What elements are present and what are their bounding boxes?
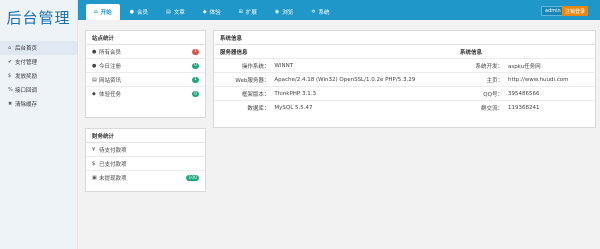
sidebar-item-label: 发放奖励 (15, 74, 38, 80)
col-header-server: 服务器信息 (220, 49, 248, 56)
user-icon: ● (92, 48, 97, 55)
sidebar-item-callback[interactable]: % 接口回调 (0, 83, 77, 97)
sys-row: 框架版本： ThinkPHP 3.1.3 QQ号： 395486566 (214, 87, 595, 101)
sidebar-item-label: 后台首页 (15, 46, 38, 52)
sys-value: 395486566 (507, 90, 540, 97)
sys-key: 框架版本： (241, 91, 270, 98)
file-icon: ▤ (166, 9, 171, 15)
sys-value: aspku任务网 (507, 63, 541, 70)
app-logo: 后台管理 (6, 8, 71, 27)
finance-label: 已支付款项 (99, 161, 127, 168)
site-stats-panel: 站点统计 ● 所有会员 1 ● 今日注册 0 ▤ 网站资讯 1 ◆ 体验任务 0 (85, 30, 206, 118)
sidebar-nav: ⌂ 后台首页 ✔ 支付管理 $ 发放奖励 % 接口回调 ✖ 清除缓存 (0, 41, 77, 111)
sys-key: 操作系统： (241, 63, 270, 70)
user-icon: ● (129, 9, 134, 15)
panel-title: 财务统计 (86, 129, 205, 143)
sidebar-item-label: 接口回调 (15, 88, 38, 94)
tab-label: 体验 (209, 10, 221, 16)
user-icon: ● (92, 62, 97, 69)
count-badge: 1 (192, 76, 199, 83)
sidebar-item-clear-cache[interactable]: ✖ 清除缓存 (0, 97, 77, 111)
home-icon: ⌂ (8, 45, 12, 51)
plus-square-icon: ⊞ (238, 9, 243, 15)
panel-title: 站点统计 (86, 31, 205, 45)
tab-experience[interactable]: ◆ 体验 (195, 4, 229, 20)
sys-value: WINNT (274, 62, 294, 69)
sys-value: MySQL 5.5.47 (274, 105, 313, 111)
finance-label: 待支付款项 (99, 147, 127, 154)
tab-label: 文章 (173, 10, 185, 16)
sidebar-item-rewards[interactable]: $ 发放奖励 (0, 69, 77, 83)
tab-articles[interactable]: ▤ 文章 (158, 4, 193, 20)
top-tabs: ⌂ 开始 ● 会员 ▤ 文章 ◆ 体验 ⊞ 扩展 ◉ 浏览 ✲ 系统 (86, 4, 339, 20)
cogs-icon: ✲ (311, 9, 316, 15)
sys-key: Web服务器： (235, 77, 270, 84)
sidebar-item-label: 支付管理 (15, 60, 38, 66)
tab-label: 系统 (318, 10, 330, 16)
top-navbar: ⌂ 开始 ● 会员 ▤ 文章 ◆ 体验 ⊞ 扩展 ◉ 浏览 ✲ 系统 admin 注销登录 (78, 0, 600, 20)
sys-key: QQ号： (483, 91, 503, 98)
sidebar-item-label: 清除缓存 (15, 102, 38, 108)
stat-row-all-members[interactable]: ● 所有会员 1 (86, 45, 205, 59)
sidebar: 后台管理 ⌂ 后台首页 ✔ 支付管理 $ 发放奖励 % 接口回调 ✖ 清除缓存 (0, 0, 78, 249)
news-icon: ▤ (92, 76, 97, 83)
sys-row: Web服务器： Apache/2.4.18 (Win32) OpenSSL/1.… (214, 73, 595, 87)
tab-system[interactable]: ✲ 系统 (303, 4, 337, 20)
eye-icon: ◉ (274, 9, 280, 15)
stat-label: 体验任务 (99, 92, 122, 98)
layers-icon: ◆ (202, 9, 207, 15)
sys-value: ThinkPHP 3.1.3 (274, 90, 316, 97)
tab-label: 扩展 (245, 10, 257, 16)
home-icon: ⌂ (94, 9, 98, 15)
count-badge: 0 (192, 62, 199, 69)
sidebar-item-home[interactable]: ⌂ 后台首页 (0, 41, 77, 55)
sys-key: 数据库： (247, 106, 270, 112)
tab-label: 浏览 (282, 10, 294, 16)
dollar-icon: $ (92, 160, 96, 167)
stat-row-tasks[interactable]: ◆ 体验任务 0 (86, 87, 205, 101)
stat-label: 所有会员 (99, 49, 122, 56)
layers-icon: ◆ (92, 91, 96, 97)
yen-icon: ¥ (92, 146, 96, 153)
tab-label: 开始 (100, 10, 112, 16)
sys-row: 操作系统： WINNT 系统开发： aspku任务网 (214, 59, 595, 73)
panel-title: 系统信息 (214, 31, 595, 45)
times-icon: ✖ (8, 101, 13, 107)
sidebar-item-payment[interactable]: ✔ 支付管理 (0, 55, 77, 69)
sys-key: 群交流： (480, 106, 503, 112)
col-header-system: 系统信息 (460, 49, 483, 56)
stat-label: 网站资讯 (99, 77, 122, 84)
sys-value: Apache/2.4.18 (Win32) OpenSSL/1.0.2e PHP… (274, 76, 416, 83)
homepage-link[interactable]: http://www.huudi.com (506, 77, 595, 83)
sys-key: 主页： (486, 77, 503, 84)
count-badge: 0 (192, 91, 199, 97)
tab-members[interactable]: ● 会员 (122, 4, 156, 20)
finance-label: 未提现款项 (99, 176, 127, 182)
sys-table-header: 服务器信息 系统信息 (214, 45, 595, 59)
check-icon: ✔ (8, 59, 13, 65)
stat-label: 今日注册 (99, 63, 122, 70)
system-info-panel: 系统信息 服务器信息 系统信息 操作系统： WINNT 系统开发： aspku任… (213, 30, 596, 128)
sys-row: 数据库： MySQL 5.5.47 群交流： 119368241 (214, 101, 595, 115)
finance-row-pending[interactable]: ¥ 待支付款项 (86, 143, 205, 157)
sys-key: 系统开发： (475, 63, 503, 70)
finance-row-paid[interactable]: $ 已支付款项 (86, 157, 205, 171)
dollar-icon: $ (8, 73, 12, 79)
tab-label: 会员 (136, 10, 148, 16)
sys-value: 119368241 (507, 105, 540, 111)
stat-row-today-registered[interactable]: ● 今日注册 0 (86, 59, 205, 73)
tab-extensions[interactable]: ⊞ 扩展 (231, 4, 265, 20)
count-badge: 1 (192, 48, 199, 55)
logout-button[interactable]: 注销登录 (562, 6, 589, 16)
link-icon: % (8, 87, 13, 93)
finance-stats-panel: 财务统计 ¥ 待支付款项 $ 已支付款项 ▣ 未提现款项 100 (85, 128, 206, 192)
tab-browse[interactable]: ◉ 浏览 (267, 4, 301, 20)
count-badge: 100 (186, 175, 199, 181)
finance-row-unwithdrawn[interactable]: ▣ 未提现款项 100 (86, 171, 205, 185)
tab-start[interactable]: ⌂ 开始 (86, 4, 120, 20)
stat-row-news[interactable]: ▤ 网站资讯 1 (86, 73, 205, 87)
money-icon: ▣ (92, 175, 97, 181)
